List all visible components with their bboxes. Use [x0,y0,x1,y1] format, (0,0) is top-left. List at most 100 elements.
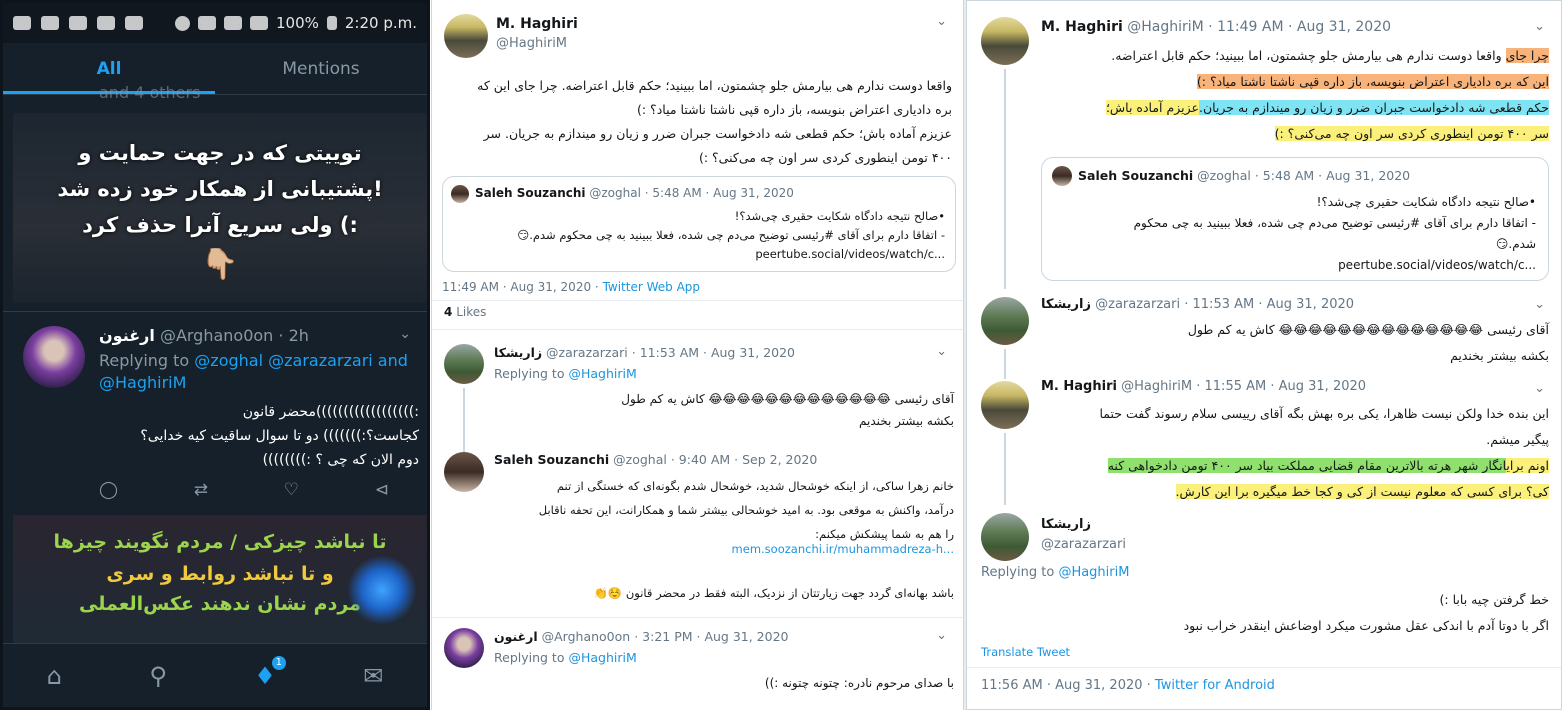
author-name[interactable]: M. Haghiri [1041,379,1117,394]
author-handle[interactable]: @HaghiriM [1121,379,1192,394]
tweet-body: چرا جای واقعا دوست ندارم هی بیارمش جلو چ… [1105,48,1549,141]
tweet-time: 3:21 PM · Aug 31, 2020 [642,629,789,644]
avatar[interactable] [981,17,1029,65]
author-handle[interactable]: @zarazarzari [1095,297,1180,312]
messages-icon[interactable]: ✉ [363,662,383,690]
phone-tweet[interactable]: ارغنون @Arghano0on · 2h ⌄ Replying to @z… [3,311,427,511]
quote-author-name: Saleh Souzanchi [475,186,586,200]
quote-author-handle: @zoghal [1197,168,1251,183]
clock: 2:20 p.m. [344,14,417,32]
caption-line-2: پشتیبانی از همکار خود زده شد! [57,176,383,201]
thread-line [1004,69,1006,289]
chevron-down-icon[interactable]: ⌄ [936,628,947,643]
author-handle[interactable]: @HaghiriM [496,36,567,51]
search-icon[interactable]: ⚲ [149,662,167,690]
mention-link[interactable]: @HaghiriM [568,366,636,381]
author-name[interactable]: زاریشکا [494,345,542,360]
author-handle[interactable]: @zarazarzari [546,345,628,360]
tweet-source[interactable]: Twitter Web App [603,280,700,294]
author-name[interactable]: ارغنون [494,629,538,644]
chevron-down-icon[interactable]: ⌄ [936,14,947,29]
reply-tweet[interactable]: زاریشکا @zarazarzari Replying to @Haghir… [967,507,1561,709]
quote-link[interactable]: peertube.social/videos/watch/c... [1056,255,1536,276]
avatar[interactable] [444,452,484,492]
messenger-icon [13,16,31,30]
twitter-icon [97,16,115,30]
notifications-icon[interactable]: ♦ 1 [254,655,286,690]
avatar[interactable] [444,628,484,668]
chevron-down-icon[interactable]: ⌄ [1534,381,1545,396]
reply-icon[interactable]: ◯ [99,480,118,500]
tweet-time: 11:49 AM · Aug 31, 2020 [1217,19,1392,35]
quote-author-handle: @zoghal [589,186,641,200]
reply-tweet[interactable]: زاریشکا @zarazarzari · 11:53 AM · Aug 31… [967,293,1561,379]
avatar[interactable] [444,344,484,384]
chevron-down-icon[interactable]: ⌄ [399,326,411,342]
like-icon[interactable]: ♡ [284,480,299,500]
likes-row[interactable]: 4 Likes [432,300,963,323]
tweet-body-2: باشد بهانه‌ای گردد جهت زیارتتان از نزدیک… [593,586,954,600]
reply-tweet[interactable]: Saleh Souzanchi @zoghal · 9:40 AM · Sep … [432,446,963,618]
reply-tweet[interactable]: ارغنون @Arghano0on · 3:21 PM · Aug 31, 2… [432,620,963,710]
caption-line-1: تا نباشد چیزکی / مردم نگویند چیزها [53,531,387,553]
retweet-icon[interactable]: ⇄ [194,480,208,500]
notification-badge: 1 [271,655,286,670]
tweet-header: ارغنون @Arghano0on · 2h [99,326,309,345]
tweet-body: آقای رئیسی 😂😂😂😂😂😂😂😂😂😂😂😂😂😂 کاش یه کم طول … [1187,322,1549,363]
avatar[interactable] [23,326,85,388]
thread-line [1004,349,1006,379]
reply-tweet[interactable]: زاریشکا @zarazarzari · 11:53 AM · Aug 31… [432,338,963,454]
author-name[interactable]: زاریشکا [1041,517,1091,532]
author-name[interactable]: ارغنون [99,326,155,345]
author-name[interactable]: Saleh Souzanchi [494,452,609,467]
tab-mentions[interactable]: Mentions [215,43,427,94]
location-icon [174,15,190,31]
middle-tweet-thread: M. Haghiri @HaghiriM ⌄ واقعا دوست ندارم … [431,0,964,710]
translate-tweet-link[interactable]: Translate Tweet [981,645,1070,659]
right-tweet-thread: M. Haghiri @HaghiriM · 11:49 AM · Aug 31… [966,0,1562,710]
likes-label: Likes [456,305,487,319]
main-tweet[interactable]: M. Haghiri @HaghiriM ⌄ واقعا دوست ندارم … [432,0,963,330]
avatar[interactable] [981,513,1029,561]
likes-count: 4 [444,305,453,319]
avatar[interactable] [981,381,1029,429]
share-icon[interactable]: ⊲ [375,480,389,500]
author-name[interactable]: M. Haghiri [1041,19,1123,35]
author-name[interactable]: زاریشکا [1041,297,1091,312]
quote-time: 5:48 AM · Aug 31, 2020 [652,186,794,200]
replying-to: Replying to @HaghiriM [494,366,637,381]
twitter-icon-2 [125,16,143,30]
author-handle[interactable]: @Arghano0on [160,326,273,345]
overlay-caption-top: توییتی که در جهت حمایت و پشتیبانی از همک… [13,113,427,303]
highlight-chunk: عزیزم آماده باش؛ [1105,100,1199,115]
highlight-chunk: چرا جای [1505,48,1549,63]
main-tweet[interactable]: M. Haghiri @HaghiriM · 11:49 AM · Aug 31… [967,1,1561,293]
avatar [451,185,469,203]
avatar[interactable] [981,297,1029,345]
tweet-time: 2h [288,326,309,345]
reply-tweet[interactable]: M. Haghiri @HaghiriM · 11:55 AM · Aug 31… [967,377,1561,507]
home-icon[interactable]: ⌂ [47,662,62,690]
chevron-down-icon[interactable]: ⌄ [1534,19,1545,34]
chevron-down-icon[interactable]: ⌄ [936,344,947,359]
notification-tabs: All Mentions [3,43,427,95]
quoted-tweet[interactable]: Saleh Souzanchi @zoghal · 5:48 AM · Aug … [442,176,956,272]
mention-link[interactable]: @HaghiriM [1058,565,1129,580]
tweet-body: خانم زهرا ساکی، از اینکه خوشحال شدید، خو… [538,479,954,541]
mention-link[interactable]: @HaghiriM [568,650,636,665]
tweet-link[interactable]: mem.soozanchi.ir/muhammadreza-h... [494,542,954,556]
avatar[interactable] [444,14,488,58]
author-handle[interactable]: @zarazarzari [1041,537,1126,552]
author-handle[interactable]: @zoghal [613,452,667,467]
quoted-tweet[interactable]: Saleh Souzanchi @zoghal · 5:48 AM · Aug … [1041,157,1549,281]
author-name[interactable]: M. Haghiri [496,16,578,32]
author-handle[interactable]: @HaghiriM [1127,19,1203,35]
youtube-icon [69,16,87,30]
quote-link[interactable]: peertube.social/videos/watch/c... [455,245,945,264]
thread-line [463,388,465,454]
author-handle[interactable]: @Arghano0on [542,629,631,644]
truncated-text: and 4 others [99,83,201,102]
chevron-down-icon[interactable]: ⌄ [1534,297,1545,312]
tweet-source[interactable]: Twitter for Android [1155,678,1275,693]
highlight-chunk: اونم برای [1506,458,1549,473]
